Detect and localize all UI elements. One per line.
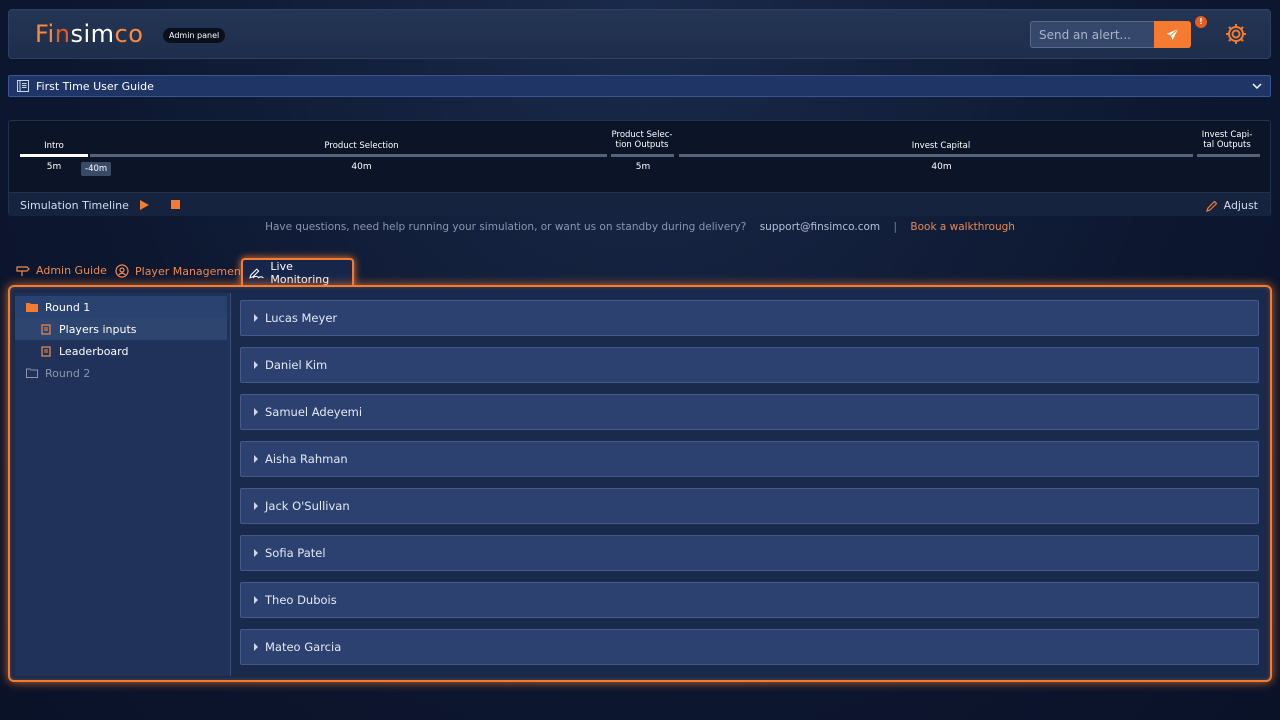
logo-part-3: sim — [70, 20, 115, 48]
book-walkthrough-link[interactable]: Book a walkthrough — [910, 221, 1015, 233]
segment-invest-outputs-bar[interactable] — [1197, 154, 1260, 157]
tree-round-2[interactable]: Round 2 — [15, 362, 227, 384]
player-name: Aisha Rahman — [265, 452, 348, 466]
player-name: Samuel Adeyemi — [265, 405, 363, 419]
folder-locked-icon — [26, 368, 38, 378]
caret-right-icon — [254, 361, 258, 369]
tree-round-2-label: Round 2 — [45, 366, 91, 380]
player-row[interactable]: Jack O'Sullivan — [240, 488, 1259, 524]
chevron-down-icon[interactable] — [1252, 81, 1262, 91]
tree-leaderboard[interactable]: Leaderboard — [15, 340, 227, 362]
help-line: Have questions, need help running your s… — [0, 221, 1280, 233]
player-name: Mateo Garcia — [265, 640, 342, 654]
help-separator: | — [893, 221, 898, 233]
tree-players-inputs[interactable]: Players inputs — [15, 318, 227, 340]
segment-product-selection-label: Product Selection — [324, 141, 399, 151]
timeline-offset-badge: -40m — [81, 162, 112, 176]
send-icon — [1166, 28, 1179, 41]
tab-live-monitoring-label: Live Monitoring — [270, 260, 330, 286]
alert-notification-badge: ! — [1195, 16, 1207, 28]
folder-open-icon — [26, 303, 38, 312]
logo-part-4: co — [114, 20, 144, 48]
live-monitoring-panel: Round 1 Players inputs Leaderboard Round… — [8, 285, 1272, 682]
first-time-user-guide-bar[interactable]: First Time User Guide — [8, 75, 1271, 97]
segment-invest-capital-bar[interactable] — [679, 154, 1193, 157]
round-tree-sidebar: Round 1 Players inputs Leaderboard Round… — [15, 293, 231, 676]
caret-right-icon — [254, 502, 258, 510]
help-text: Have questions, need help running your s… — [265, 221, 747, 233]
signpost-icon — [16, 265, 30, 276]
tab-live-monitoring[interactable]: Live Monitoring — [241, 258, 354, 286]
send-alert-button[interactable] — [1154, 21, 1191, 48]
player-name: Lucas Meyer — [265, 311, 338, 325]
tree-players-inputs-label: Players inputs — [59, 322, 137, 336]
logo-part-2: n — [54, 20, 71, 48]
segment-invest-capital-time: 40m — [931, 162, 952, 172]
segment-intro-bar[interactable] — [20, 154, 88, 157]
alert-input[interactable] — [1030, 21, 1154, 48]
adjust-label: Adjust — [1223, 199, 1258, 212]
top-header: Finsimco Admin panel ! — [8, 9, 1271, 59]
timeline-footer-title: Simulation Timeline — [20, 199, 129, 212]
user-gear-icon — [115, 264, 129, 278]
scroll-icon — [41, 345, 51, 357]
simulation-timeline: Intro 5m -40m Product Selection 40m Prod… — [8, 120, 1271, 216]
player-row[interactable]: Daniel Kim — [240, 347, 1259, 383]
signature-pen-icon — [249, 268, 264, 279]
segment-product-selection-bar[interactable] — [90, 154, 607, 157]
timeline-footer: Simulation Timeline Adjust — [9, 192, 1270, 216]
caret-right-icon — [254, 455, 258, 463]
player-name: Daniel Kim — [265, 358, 328, 372]
segment-invest-capital-label: Invest Capital — [911, 141, 971, 151]
pencil-icon — [1205, 200, 1217, 212]
caret-right-icon — [254, 549, 258, 557]
caret-right-icon — [254, 314, 258, 322]
tab-admin-guide[interactable]: Admin Guide — [16, 264, 107, 277]
gear-icon[interactable] — [1224, 22, 1248, 46]
player-row[interactable]: Aisha Rahman — [240, 441, 1259, 477]
player-row[interactable]: Mateo Garcia — [240, 629, 1259, 665]
admin-panel-badge: Admin panel — [163, 28, 226, 43]
logo-part-1: Fi — [35, 20, 55, 48]
finsimco-logo[interactable]: Finsimco — [35, 20, 143, 48]
segment-product-selection-time: 40m — [351, 162, 372, 172]
guide-title: First Time User Guide — [36, 80, 154, 93]
segment-intro-label: Intro — [44, 141, 64, 151]
tab-player-management[interactable]: Player Management — [115, 264, 245, 278]
segment-intro-time: 5m — [46, 162, 62, 172]
stop-icon[interactable] — [171, 200, 180, 209]
scroll-icon — [41, 323, 51, 335]
adjust-button[interactable]: Adjust — [1205, 199, 1258, 212]
player-row[interactable]: Lucas Meyer — [240, 300, 1259, 336]
segment-product-outputs-label: Product Selec- tion Outputs — [611, 130, 673, 150]
support-email-link[interactable]: support@finsimco.com — [760, 221, 880, 233]
player-row[interactable]: Sofia Patel — [240, 535, 1259, 571]
guide-book-icon — [17, 80, 29, 92]
player-name: Sofia Patel — [265, 546, 326, 560]
tab-admin-guide-label: Admin Guide — [36, 264, 107, 277]
tree-round-1[interactable]: Round 1 — [15, 296, 227, 318]
segment-product-outputs-bar[interactable] — [611, 154, 674, 157]
segment-invest-outputs-label: Invest Capi- tal Outputs — [1201, 130, 1253, 150]
caret-right-icon — [254, 408, 258, 416]
tab-player-management-label: Player Management — [135, 264, 246, 278]
caret-right-icon — [254, 643, 258, 651]
caret-right-icon — [254, 596, 258, 604]
player-name: Jack O'Sullivan — [265, 499, 350, 513]
player-row[interactable]: Theo Dubois — [240, 582, 1259, 618]
segment-product-outputs-time: 5m — [635, 162, 651, 172]
tree-leaderboard-label: Leaderboard — [59, 344, 129, 358]
tree-round-1-label: Round 1 — [45, 300, 91, 314]
player-row[interactable]: Samuel Adeyemi — [240, 394, 1259, 430]
player-name: Theo Dubois — [265, 593, 337, 607]
play-icon[interactable] — [139, 199, 150, 211]
